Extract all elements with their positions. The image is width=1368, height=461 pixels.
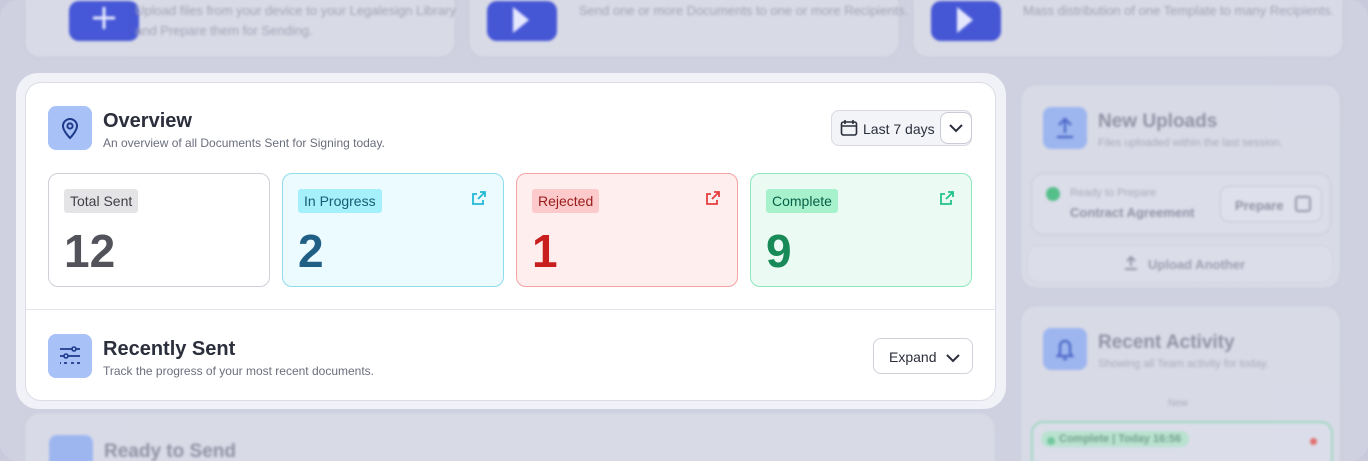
section-divider [26,309,995,310]
activity-item[interactable]: Complete | Today 16:56 [1031,421,1333,461]
plus-icon [69,1,139,41]
upload-item-status: Ready to Prepare [1070,187,1157,199]
mass-distribution-card-text: Mass distribution of one Template to man… [1023,3,1335,18]
unread-dot-icon [1310,438,1317,445]
bell-icon [1043,328,1087,370]
check-icon [1046,187,1060,201]
calendar-icon [840,119,858,142]
prepare-button[interactable]: Prepare [1220,186,1322,222]
date-range-picker[interactable]: Last 7 days [831,110,972,146]
stat-label: Rejected [532,189,600,213]
overview-subtitle: An overview of all Documents Sent for Si… [103,136,385,150]
expand-button-label: Expand [889,349,937,365]
prepare-button-label: Prepare [1235,198,1284,213]
date-range-dropdown-button[interactable] [940,112,972,144]
stat-complete: Complete 9 [750,173,972,287]
stat-label: Total Sent [64,189,139,213]
focused-overview-card: Overview An overview of all Documents Se… [16,73,1006,409]
stat-value: 9 [766,225,792,277]
upload-icon [1124,255,1138,270]
app-frame: Upload files from your device to your Le… [0,0,1368,461]
ready-to-send-title: Ready to Send [104,441,236,461]
location-pin-icon [48,106,92,150]
upload-files-card[interactable]: Upload files from your device to your Le… [24,0,456,58]
upload-item: Ready to Prepare Contract Agreement Prep… [1031,173,1331,235]
recent-activity-title: Recent Activity [1098,332,1235,353]
upload-icon [1043,107,1087,149]
upload-item-name: Contract Agreement [1070,205,1195,220]
send-arrow-icon [931,1,1001,41]
upload-files-card-text: Upload files from your device to your Le… [135,3,456,38]
stat-value: 12 [64,225,116,277]
expand-button[interactable]: Expand [873,338,973,374]
stat-value: 2 [298,225,324,277]
external-link-icon[interactable] [939,190,955,211]
new-uploads-subtitle: Files uploaded within the last session. [1098,137,1283,149]
stat-rejected: Rejected 1 [516,173,738,287]
external-link-icon[interactable] [471,190,487,211]
upload-another-button[interactable]: Upload Another [1027,245,1333,283]
send-arrow-icon [487,1,557,41]
external-link-icon[interactable] [705,190,721,211]
upload-another-label: Upload Another [1148,257,1246,272]
folder-icon [49,435,93,461]
recent-activity-panel: Recent Activity Showing all Team activit… [1020,305,1341,461]
status-dot-icon [1047,437,1055,445]
edit-icon [1295,196,1311,212]
ready-to-send-panel: Ready to Send [24,412,996,461]
send-documents-card[interactable]: Send one or more Documents to one or mor… [468,0,909,58]
stat-label: In Progress [298,189,382,213]
activity-divider-label: New [1168,398,1189,409]
stat-in-progress: In Progress 2 [282,173,504,287]
mass-distribution-card[interactable]: Mass distribution of one Template to man… [912,0,1344,58]
recently-sent-subtitle: Track the progress of your most recent d… [103,364,375,378]
overview-panel: Overview An overview of all Documents Se… [25,82,996,401]
chevron-down-icon [946,350,960,368]
chevron-down-icon [949,123,963,132]
recent-activity-subtitle: Showing all Team activity for today. [1098,358,1269,370]
stat-label: Complete [766,189,838,213]
activity-status-badge: Complete | Today 16:56 [1041,431,1190,447]
stat-value: 1 [532,225,558,277]
date-range-label: Last 7 days [863,121,935,137]
filter-sliders-icon [48,334,92,378]
new-uploads-title: New Uploads [1098,111,1218,132]
overview-title: Overview [103,110,192,132]
new-uploads-panel: New Uploads Files uploaded within the la… [1020,84,1341,289]
recently-sent-title: Recently Sent [103,338,236,360]
stat-total-sent: Total Sent 12 [48,173,270,287]
send-documents-card-text: Send one or more Documents to one or mor… [579,3,909,18]
